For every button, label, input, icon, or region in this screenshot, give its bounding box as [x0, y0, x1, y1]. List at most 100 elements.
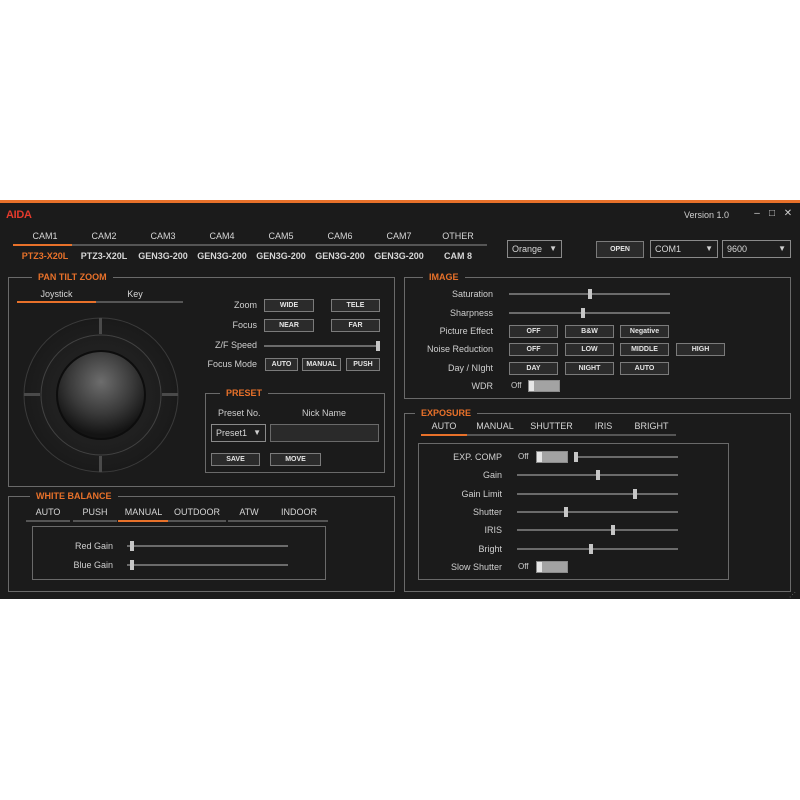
focus-push-button[interactable]: PUSH	[346, 358, 380, 371]
camera-tab-cam3[interactable]: CAM3	[134, 231, 192, 241]
shutter-slider[interactable]	[517, 506, 678, 518]
exposure-tab-underline-auto	[421, 434, 467, 436]
preset-move-button[interactable]: MOVE	[270, 453, 321, 466]
exp-comp-toggle[interactable]	[536, 451, 568, 463]
preset-save-button[interactable]: SAVE	[211, 453, 260, 466]
maximize-icon[interactable]: □	[765, 207, 779, 221]
camera-tab-cam4[interactable]: CAM4	[193, 231, 251, 241]
wdr-label: WDR	[471, 381, 494, 391]
red-gain-slider[interactable]	[127, 540, 288, 552]
exposure-tab-underline-shutter	[523, 434, 580, 436]
nick-name-label: Nick Name	[302, 408, 347, 418]
wdr-toggle[interactable]	[528, 380, 560, 392]
gain-slider[interactable]	[517, 469, 678, 481]
camera-tab-underline-cam3	[131, 244, 192, 246]
camera-tab-other[interactable]: OTHER	[429, 231, 487, 241]
focus-auto-button[interactable]: AUTO	[265, 358, 298, 371]
saturation-label: Saturation	[451, 289, 493, 299]
nr-middle-button[interactable]: MIDDLE	[620, 343, 669, 356]
slider-handle[interactable]	[633, 489, 637, 499]
exposure-tab-bright[interactable]: BRIGHT	[627, 421, 676, 431]
wb-tab-manual[interactable]: MANUAL	[118, 507, 169, 517]
focus-near-button[interactable]: NEAR	[264, 319, 314, 332]
nr-low-button[interactable]: LOW	[565, 343, 614, 356]
nick-name-input[interactable]	[270, 424, 379, 442]
app-window: AIDA Version 1.0 – □ ✕ CAM1 PTZ3-X20L CAM2…	[0, 200, 800, 599]
wb-tab-auto[interactable]: AUTO	[26, 507, 70, 517]
slider-handle[interactable]	[611, 525, 615, 535]
tab-key[interactable]: Key	[96, 289, 174, 299]
slow-shutter-state: Off	[518, 562, 529, 571]
zoom-wide-button[interactable]: WIDE	[264, 299, 314, 312]
slider-track	[509, 312, 670, 314]
camera-tab-cam6[interactable]: CAM6	[311, 231, 369, 241]
exposure-tab-shutter[interactable]: SHUTTER	[523, 421, 580, 431]
focus-far-button[interactable]: FAR	[331, 319, 380, 332]
nr-off-button[interactable]: OFF	[509, 343, 558, 356]
camera-model-other: CAM 8	[443, 251, 472, 261]
auto-day-night-button[interactable]: AUTO	[620, 362, 669, 375]
exp-comp-slider[interactable]	[574, 451, 678, 463]
picture-effect-negative-button[interactable]: Negative	[620, 325, 669, 338]
image-title: IMAGE	[423, 271, 465, 283]
saturation-slider[interactable]	[509, 288, 670, 300]
focus-manual-button[interactable]: MANUAL	[302, 358, 341, 371]
focus-mode-label: Focus Mode	[207, 359, 257, 369]
wb-tab-push[interactable]: PUSH	[73, 507, 117, 517]
noise-reduction-label: Noise Reduction	[426, 344, 493, 354]
wb-tab-outdoor[interactable]: OUTDOOR	[168, 507, 226, 517]
sharpness-slider[interactable]	[509, 307, 670, 319]
wb-tab-indoor[interactable]: INDOOR	[270, 507, 328, 517]
slider-handle[interactable]	[596, 470, 600, 480]
picture-effect-bw-button[interactable]: B&W	[565, 325, 614, 338]
camera-tab-cam1[interactable]: CAM1	[16, 231, 74, 241]
gain-label: Gain	[482, 470, 502, 480]
zf-speed-slider[interactable]	[264, 340, 380, 352]
blue-gain-slider[interactable]	[127, 559, 288, 571]
camera-tab-underline-other	[426, 244, 487, 246]
slider-handle[interactable]	[589, 544, 593, 554]
exposure-tab-manual[interactable]: MANUAL	[467, 421, 523, 431]
slider-handle[interactable]	[130, 560, 134, 570]
resize-grip-icon[interactable]: ⋰	[789, 592, 797, 600]
slider-handle[interactable]	[581, 308, 585, 318]
close-icon[interactable]: ✕	[781, 207, 795, 221]
slider-handle[interactable]	[574, 452, 578, 462]
camera-tab-cam7[interactable]: CAM7	[370, 231, 428, 241]
wb-tab-underline-manual	[118, 520, 169, 522]
iris-slider[interactable]	[517, 524, 678, 536]
wb-tab-underline-indoor	[270, 520, 328, 522]
day-button[interactable]: DAY	[509, 362, 558, 375]
camera-tab-cam2[interactable]: CAM2	[75, 231, 133, 241]
slider-handle[interactable]	[588, 289, 592, 299]
gain-limit-slider[interactable]	[517, 488, 678, 500]
preset-select[interactable]: Preset1 ▼	[211, 424, 266, 442]
open-button[interactable]: OPEN	[596, 241, 644, 258]
slider-handle[interactable]	[130, 541, 134, 551]
exposure-tab-iris[interactable]: IRIS	[580, 421, 627, 431]
zoom-tele-button[interactable]: TELE	[331, 299, 380, 312]
camera-model-cam5: GEN3G-200	[256, 251, 306, 261]
camera-tab-cam5[interactable]: CAM5	[252, 231, 310, 241]
slow-shutter-toggle[interactable]	[536, 561, 568, 573]
toggle-thumb	[529, 381, 534, 391]
slider-handle[interactable]	[376, 341, 380, 351]
slider-handle[interactable]	[564, 507, 568, 517]
color-select[interactable]: Orange ▼	[507, 240, 562, 258]
blue-gain-label: Blue Gain	[73, 560, 113, 570]
tab-joystick-underline	[17, 301, 96, 303]
tab-joystick[interactable]: Joystick	[17, 289, 96, 299]
camera-model-cam1: PTZ3-X20L	[21, 251, 69, 261]
bright-label: Bright	[478, 544, 502, 554]
joystick[interactable]	[23, 317, 179, 473]
picture-effect-off-button[interactable]: OFF	[509, 325, 558, 338]
wb-tab-atw[interactable]: ATW	[228, 507, 270, 517]
baud-select[interactable]: 9600 ▼	[722, 240, 791, 258]
app-logo: AIDA	[6, 209, 32, 221]
port-select[interactable]: COM1 ▼	[650, 240, 718, 258]
bright-slider[interactable]	[517, 543, 678, 555]
night-button[interactable]: NIGHT	[565, 362, 614, 375]
exposure-tab-auto[interactable]: AUTO	[421, 421, 467, 431]
minimize-icon[interactable]: –	[750, 207, 764, 221]
nr-high-button[interactable]: HIGH	[676, 343, 725, 356]
